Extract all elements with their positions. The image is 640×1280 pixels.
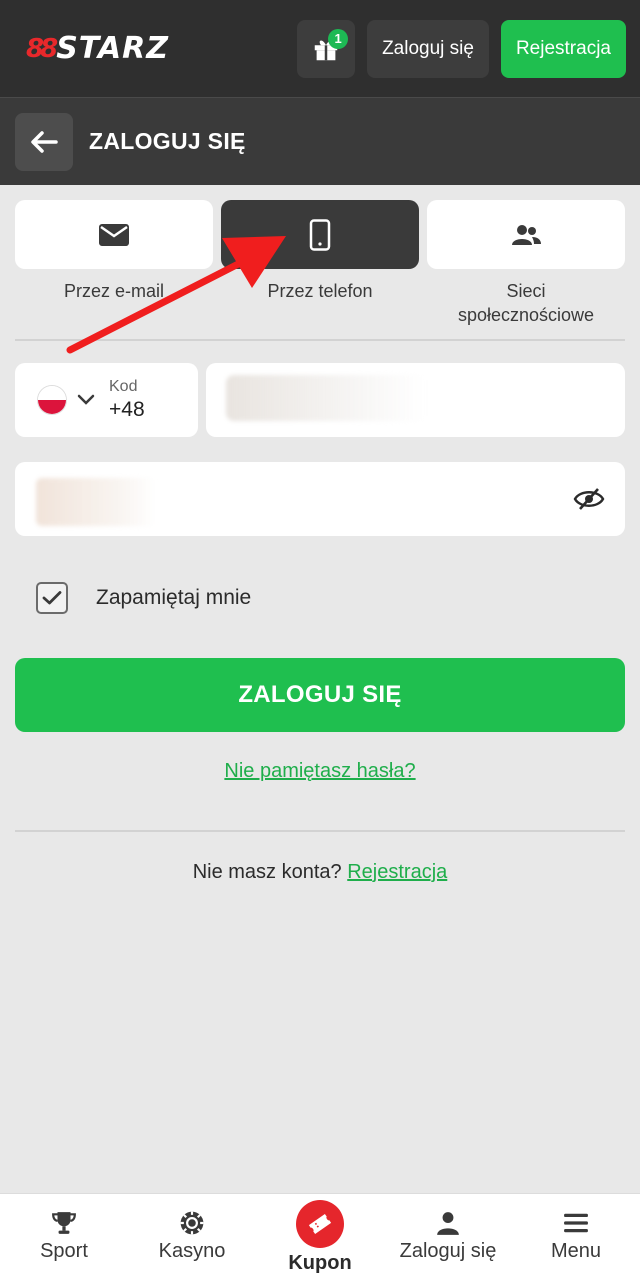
- chevron-down-icon: [77, 394, 95, 405]
- nav-menu-label: Menu: [550, 1240, 602, 1262]
- forgot-password-link[interactable]: Nie pamiętasz hasła?: [0, 760, 640, 783]
- red-arrow-annotation: [66, 236, 286, 354]
- nav-casino-label: Kasyno: [158, 1240, 226, 1262]
- page-title: ZALOGUJ SIĘ: [89, 128, 246, 154]
- login-method-tabs: Przez e-mail Przez telefon Sieci społecz…: [15, 200, 625, 327]
- remember-me[interactable]: Zapamiętaj mnie: [36, 582, 251, 614]
- nav-menu[interactable]: Menu: [512, 1194, 640, 1280]
- nav-sport-label: Sport: [40, 1240, 88, 1262]
- ticket-icon: [308, 1213, 332, 1235]
- nav-login-label: Zaloguj się: [399, 1240, 497, 1262]
- brand-logo[interactable]: 88 STARZ: [26, 31, 169, 66]
- logo-mark: 88: [26, 33, 58, 64]
- nav-login[interactable]: Zaloguj się: [384, 1194, 512, 1280]
- nav-kupon-label: Kupon: [288, 1252, 352, 1274]
- tab-social-label: Sieci społecznościowe: [457, 281, 595, 325]
- nav-kupon[interactable]: Kupon: [256, 1194, 384, 1280]
- divider: [15, 339, 625, 341]
- logo-text: STARZ: [56, 31, 169, 66]
- login-submit-button[interactable]: ZALOGUJ SIĘ: [15, 658, 625, 732]
- header-actions: 1 Zaloguj się Rejestracja: [297, 19, 626, 78]
- kupon-button[interactable]: [296, 1200, 344, 1248]
- casino-chip-icon: [180, 1211, 204, 1235]
- tab-phone[interactable]: Przez telefon: [221, 200, 419, 327]
- country-code: Kod +48: [109, 378, 145, 422]
- tab-phone-label: Przez telefon: [267, 281, 373, 301]
- remember-me-checkbox[interactable]: [36, 582, 68, 614]
- tab-email-box[interactable]: [15, 200, 213, 269]
- tab-email[interactable]: Przez e-mail: [15, 200, 213, 327]
- header-login-button[interactable]: Zaloguj się: [367, 19, 489, 78]
- code-value: +48: [109, 398, 145, 421]
- trophy-icon: [52, 1212, 76, 1234]
- eye-off-icon: [573, 488, 605, 510]
- arrow-left-icon: [31, 130, 58, 153]
- register-link[interactable]: Rejestracja: [347, 861, 447, 883]
- country-code-select[interactable]: Kod +48: [15, 363, 198, 437]
- checkmark-icon: [42, 591, 62, 605]
- tab-phone-box[interactable]: [221, 200, 419, 269]
- nav-sport[interactable]: Sport: [0, 1194, 128, 1280]
- no-account-text: Nie masz konta?: [192, 861, 342, 883]
- tab-social-box[interactable]: [427, 200, 625, 269]
- code-label: Kod: [109, 378, 138, 395]
- top-header: 88 STARZ 1 Zaloguj się Rejestracja: [0, 0, 640, 97]
- gift-count-badge: 1: [328, 28, 349, 49]
- header-register-button[interactable]: Rejestracja: [500, 19, 626, 78]
- password-input[interactable]: [15, 462, 625, 536]
- page-header: ZALOGUJ SIĘ: [0, 97, 640, 185]
- back-button[interactable]: [15, 112, 73, 171]
- tab-email-label: Przez e-mail: [63, 281, 165, 301]
- bottom-navigation: Sport Kasyno Kupon Zaloguj się Menu: [0, 1193, 640, 1280]
- poland-flag-icon: [37, 385, 67, 415]
- users-icon: [512, 224, 541, 245]
- remember-me-label: Zapamiętaj mnie: [96, 586, 252, 609]
- toggle-password-visibility[interactable]: [572, 485, 606, 513]
- no-account-line: Nie masz konta? Rejestracja: [0, 861, 640, 884]
- tab-social[interactable]: Sieci społecznościowe: [427, 200, 625, 327]
- phone-icon: [309, 218, 331, 251]
- hamburger-icon: [564, 1213, 588, 1233]
- user-icon: [437, 1212, 459, 1235]
- phone-number-input[interactable]: [206, 363, 625, 437]
- nav-casino[interactable]: Kasyno: [128, 1194, 256, 1280]
- envelope-icon: [99, 223, 129, 246]
- divider: [15, 830, 625, 832]
- gift-button[interactable]: 1: [297, 19, 356, 78]
